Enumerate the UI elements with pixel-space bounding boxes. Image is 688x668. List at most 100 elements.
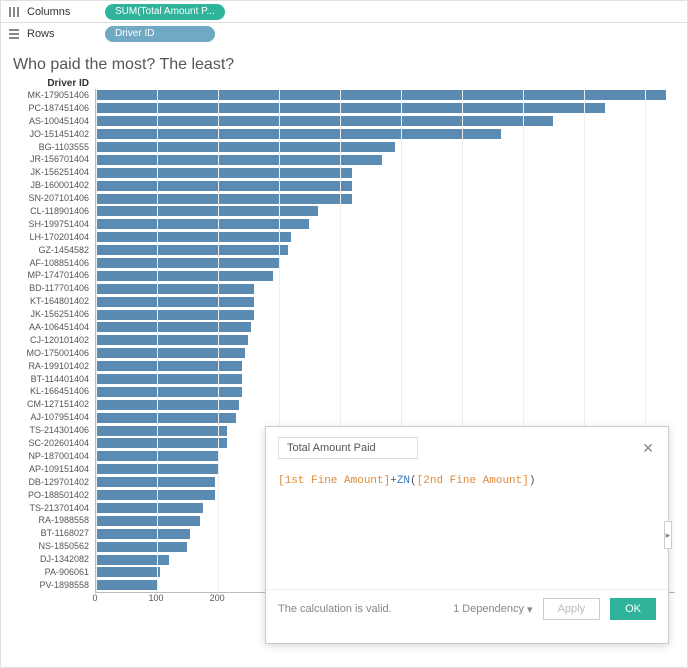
bar[interactable]: [96, 542, 187, 552]
bar[interactable]: [96, 580, 157, 590]
dialog-resize-handle[interactable]: ▸: [664, 521, 672, 549]
columns-shelf[interactable]: Columns SUM(Total Amount P...: [0, 0, 688, 22]
bar[interactable]: [96, 503, 203, 513]
close-icon[interactable]: ✕: [640, 439, 656, 457]
bar[interactable]: [96, 245, 288, 255]
bar[interactable]: [96, 194, 352, 204]
bar-row[interactable]: [96, 282, 675, 295]
bar-row[interactable]: [96, 244, 675, 257]
bar[interactable]: [96, 348, 245, 358]
bar[interactable]: [96, 438, 227, 448]
y-tick-label: BD-117701406: [13, 282, 95, 295]
bar-row[interactable]: [96, 321, 675, 334]
bar-row[interactable]: [96, 398, 675, 411]
columns-shelf-label: Columns: [27, 6, 105, 18]
bar[interactable]: [96, 219, 309, 229]
bar-row[interactable]: [96, 411, 675, 424]
bar-row[interactable]: [96, 385, 675, 398]
bar-row[interactable]: [96, 257, 675, 270]
bar-row[interactable]: [96, 269, 675, 282]
bar-row[interactable]: [96, 192, 675, 205]
rows-pill[interactable]: Driver ID: [105, 26, 215, 42]
bar-row[interactable]: [96, 102, 675, 115]
bar-row[interactable]: [96, 231, 675, 244]
bar-row[interactable]: [96, 115, 675, 128]
bar[interactable]: [96, 90, 666, 100]
rows-shelf-label: Rows: [27, 28, 105, 40]
bar[interactable]: [96, 168, 352, 178]
rows-shelf[interactable]: Rows Driver ID: [0, 22, 688, 44]
bar[interactable]: [96, 297, 254, 307]
bar[interactable]: [96, 116, 553, 126]
bar-row[interactable]: [96, 141, 675, 154]
bar-row[interactable]: [96, 334, 675, 347]
bar[interactable]: [96, 451, 218, 461]
calculation-expression-editor[interactable]: [1st Fine Amount]+ZN([2nd Fine Amount]): [266, 469, 668, 589]
bar-row[interactable]: [96, 205, 675, 218]
y-tick-label: PV-1898558: [13, 579, 95, 592]
bar-row[interactable]: [96, 218, 675, 231]
bar[interactable]: [96, 374, 242, 384]
bar[interactable]: [96, 155, 382, 165]
bar[interactable]: [96, 477, 215, 487]
y-tick-label: SN-207101406: [13, 192, 95, 205]
bar[interactable]: [96, 567, 160, 577]
bar[interactable]: [96, 413, 236, 423]
bar[interactable]: [96, 129, 501, 139]
y-tick-label: TS-214301406: [13, 424, 95, 437]
y-tick-label: MO-175001406: [13, 347, 95, 360]
y-tick-label: AJ-107951404: [13, 411, 95, 424]
bar-row[interactable]: [96, 179, 675, 192]
bar[interactable]: [96, 232, 291, 242]
bar[interactable]: [96, 361, 242, 371]
y-tick-label: DB-129701402: [13, 476, 95, 489]
ok-button[interactable]: OK: [610, 598, 656, 620]
bar[interactable]: [96, 400, 239, 410]
columns-pill[interactable]: SUM(Total Amount P...: [105, 4, 225, 20]
y-tick-label: SC-202601404: [13, 437, 95, 450]
bar-row[interactable]: [96, 373, 675, 386]
bar[interactable]: [96, 490, 215, 500]
bar-row[interactable]: [96, 308, 675, 321]
expr-close-paren: ): [529, 475, 536, 487]
bar-row[interactable]: [96, 89, 675, 102]
y-tick-label: TS-213701404: [13, 502, 95, 515]
expr-field-1: [1st Fine Amount]: [278, 475, 390, 487]
y-tick-label: NS-1850562: [13, 540, 95, 553]
y-tick-label: CM-127151402: [13, 398, 95, 411]
bar-row[interactable]: [96, 153, 675, 166]
bar[interactable]: [96, 206, 318, 216]
bar[interactable]: [96, 310, 254, 320]
y-tick-label: AP-109151404: [13, 463, 95, 476]
calculation-name-input[interactable]: [278, 437, 418, 459]
bar-row[interactable]: [96, 166, 675, 179]
bar[interactable]: [96, 555, 169, 565]
bar[interactable]: [96, 529, 190, 539]
bar[interactable]: [96, 426, 227, 436]
y-tick-label: GZ-1454582: [13, 244, 95, 257]
bar-row[interactable]: [96, 360, 675, 373]
bar[interactable]: [96, 181, 352, 191]
expr-field-2: [2nd Fine Amount]: [417, 475, 529, 487]
bar[interactable]: [96, 271, 273, 281]
expr-open-paren: (: [410, 475, 417, 487]
bar[interactable]: [96, 464, 218, 474]
bar-row[interactable]: [96, 295, 675, 308]
bar[interactable]: [96, 103, 605, 113]
bar[interactable]: [96, 387, 242, 397]
y-tick-label: AF-108851406: [13, 257, 95, 270]
apply-button[interactable]: Apply: [543, 598, 601, 620]
bar[interactable]: [96, 142, 395, 152]
y-tick-label: JO-151451402: [13, 128, 95, 141]
calculation-editor-dialog[interactable]: ✕ [1st Fine Amount]+ZN([2nd Fine Amount]…: [265, 426, 669, 644]
y-axis-title: Driver ID: [13, 78, 95, 89]
bar[interactable]: [96, 284, 254, 294]
bar[interactable]: [96, 258, 279, 268]
dependency-label: 1 Dependency: [453, 603, 524, 615]
bar[interactable]: [96, 516, 200, 526]
bar[interactable]: [96, 322, 251, 332]
bar[interactable]: [96, 335, 248, 345]
dependency-dropdown[interactable]: 1 Dependency ▾: [453, 603, 532, 616]
bar-row[interactable]: [96, 347, 675, 360]
bar-row[interactable]: [96, 128, 675, 141]
